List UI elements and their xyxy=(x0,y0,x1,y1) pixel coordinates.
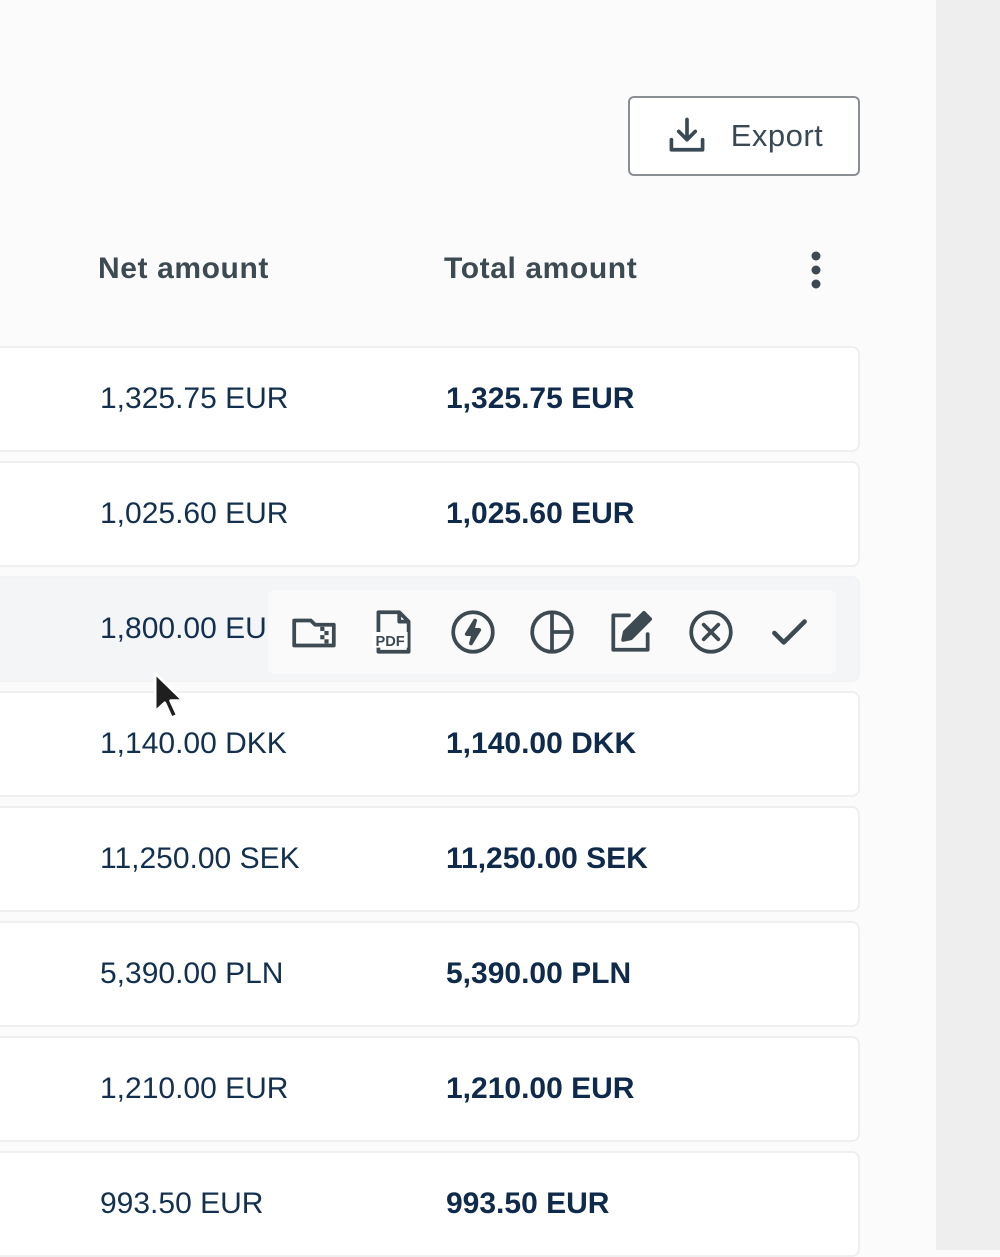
more-vertical-icon[interactable] xyxy=(800,248,832,292)
row-actions-toolbar: PDF xyxy=(268,590,836,674)
export-button[interactable]: Export xyxy=(628,96,860,176)
net-amount-cell: 1,140.00 DKK xyxy=(100,727,287,760)
column-header-net-amount[interactable]: Net amount xyxy=(98,252,269,286)
table-row[interactable]: 993.50 EUR 993.50 EUR xyxy=(0,1151,860,1257)
folder-zip-icon xyxy=(292,618,336,648)
total-amount-cell: 5,390.00 PLN xyxy=(446,957,632,990)
total-amount-cell: 1,210.00 EUR xyxy=(446,1072,635,1105)
total-amount-cell: 11,250.00 SEK xyxy=(446,842,648,875)
scrollbar-track[interactable] xyxy=(936,0,1000,1250)
split-action[interactable] xyxy=(526,606,578,658)
table-row[interactable]: 1,325.75 EUR 1,325.75 EUR xyxy=(0,346,860,452)
process-action[interactable] xyxy=(447,606,499,658)
net-amount-cell: 11,250.00 SEK xyxy=(100,842,300,875)
edit-action[interactable] xyxy=(605,606,657,658)
cancel-icon xyxy=(689,610,733,654)
download-pdf-action[interactable]: PDF xyxy=(367,606,419,658)
pdf-icon: PDF xyxy=(372,610,411,654)
column-header-total-amount[interactable]: Total amount xyxy=(444,252,637,286)
table-row[interactable]: 1,140.00 DKK 1,140.00 DKK xyxy=(0,691,860,797)
net-amount-cell: 993.50 EUR xyxy=(100,1187,264,1220)
approve-action[interactable] xyxy=(764,606,816,658)
table-row[interactable]: 1,025.60 EUR 1,025.60 EUR xyxy=(0,461,860,567)
table-row[interactable]: 5,390.00 PLN 5,390.00 PLN xyxy=(0,921,860,1027)
table-row[interactable]: 11,250.00 SEK 11,250.00 SEK xyxy=(0,806,860,912)
net-amount-cell: 1,325.75 EUR xyxy=(100,382,289,415)
archive-action[interactable] xyxy=(288,606,340,658)
net-amount-cell: 1,025.60 EUR xyxy=(100,497,289,530)
download-icon xyxy=(669,117,705,152)
total-amount-cell: 1,140.00 DKK xyxy=(446,727,637,760)
net-amount-cell: 1,800.00 EU xyxy=(100,612,267,645)
pdf-icon-text: PDF xyxy=(376,634,405,650)
check-icon xyxy=(772,619,808,645)
mouse-pointer-icon xyxy=(153,671,185,720)
net-amount-cell: 5,390.00 PLN xyxy=(100,957,284,990)
table-row[interactable]: 1,210.00 EUR 1,210.00 EUR xyxy=(0,1036,860,1142)
edit-icon xyxy=(611,610,653,652)
pie-chart-icon xyxy=(530,610,574,654)
total-amount-cell: 993.50 EUR xyxy=(446,1187,610,1220)
total-amount-cell: 1,025.60 EUR xyxy=(446,497,635,530)
net-amount-cell: 1,210.00 EUR xyxy=(100,1072,289,1105)
table-row-hovered[interactable]: 1,800.00 EU PDF xyxy=(0,576,860,682)
total-amount-cell: 1,325.75 EUR xyxy=(446,382,635,415)
export-button-label: Export xyxy=(730,118,824,153)
lightning-icon xyxy=(450,610,495,654)
reject-action[interactable] xyxy=(685,606,737,658)
